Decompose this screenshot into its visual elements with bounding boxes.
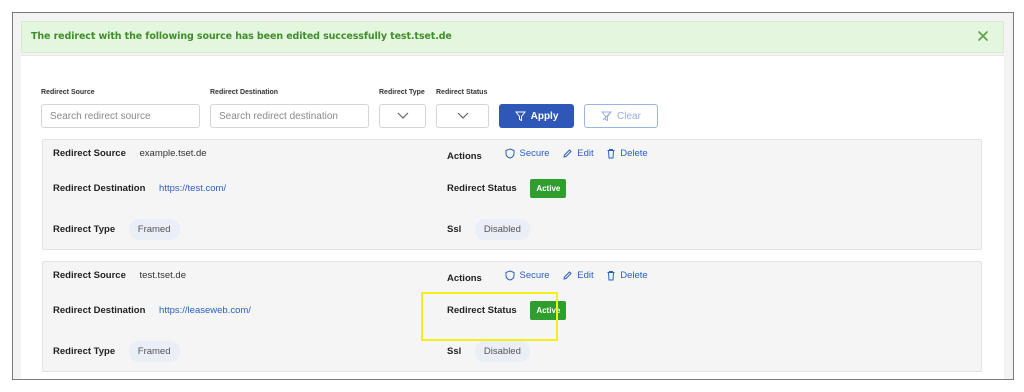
secure-label: Secure xyxy=(519,148,550,159)
redirect-status-select[interactable] xyxy=(436,104,489,128)
ssl-pill: Disabled xyxy=(474,341,530,362)
filter-label-status: Redirect Status xyxy=(436,89,488,96)
status-label: Redirect Status xyxy=(447,183,517,194)
ssl-row: Ssl Disabled xyxy=(447,219,530,240)
secure-action[interactable]: Secure xyxy=(505,270,550,281)
chevron-down-icon xyxy=(397,112,408,119)
edit-label: Edit xyxy=(577,148,594,159)
edit-label: Edit xyxy=(577,270,594,281)
destination-label: Redirect Destination xyxy=(53,183,146,194)
filter-label-type: Redirect Type xyxy=(379,89,425,96)
filter-label-destination: Redirect Destination xyxy=(210,89,279,96)
delete-action[interactable]: Delete xyxy=(606,270,648,281)
type-label: Redirect Type xyxy=(53,224,116,235)
search-destination-input[interactable]: Search redirect destination xyxy=(210,104,369,128)
trash-icon xyxy=(607,271,615,281)
redirect-card: Redirect Source example.tset.de Redirect… xyxy=(42,139,982,250)
delete-action[interactable]: Delete xyxy=(606,148,648,159)
alert-message: The redirect with the following source h… xyxy=(31,31,452,42)
delete-label: Delete xyxy=(620,148,648,159)
destination-row: Redirect Destination https://leaseweb.co… xyxy=(53,305,251,316)
filter-label-source: Redirect Source xyxy=(41,89,95,96)
ssl-label: Ssl xyxy=(447,224,462,235)
actions-row: Actions Secure Edit Delete xyxy=(447,148,648,162)
status-row: Redirect Status Active xyxy=(447,179,567,198)
apply-button[interactable]: Apply xyxy=(499,104,574,128)
chevron-down-icon xyxy=(457,112,468,119)
pencil-icon xyxy=(563,271,572,280)
type-label: Redirect Type xyxy=(53,346,116,357)
filter-icon xyxy=(514,111,526,121)
source-row: Redirect Source example.tset.de xyxy=(53,148,207,159)
shield-icon xyxy=(505,270,515,281)
actions-label: Actions xyxy=(447,273,482,284)
status-badge: Active xyxy=(530,179,567,198)
search-source-input[interactable]: Search redirect source xyxy=(41,104,200,128)
source-label: Redirect Source xyxy=(53,148,126,159)
edit-action[interactable]: Edit xyxy=(562,270,594,281)
close-icon[interactable] xyxy=(976,29,990,43)
type-pill: Framed xyxy=(128,219,180,240)
delete-label: Delete xyxy=(620,270,648,281)
ssl-row: Ssl Disabled xyxy=(447,341,530,362)
ssl-pill: Disabled xyxy=(474,219,530,240)
redirect-type-select[interactable] xyxy=(379,104,426,128)
type-row: Redirect Type Framed xyxy=(53,219,180,240)
ssl-label: Ssl xyxy=(447,346,462,357)
status-highlight-box xyxy=(421,292,558,341)
app-frame: The redirect with the following source h… xyxy=(12,12,1014,380)
type-pill: Framed xyxy=(128,341,180,362)
source-row: Redirect Source test.tset.de xyxy=(53,270,186,281)
clear-filter-icon xyxy=(601,111,613,121)
destination-row: Redirect Destination https://test.com/ xyxy=(53,183,226,194)
trash-icon xyxy=(607,149,615,159)
type-row: Redirect Type Framed xyxy=(53,341,180,362)
destination-link[interactable]: https://leaseweb.com/ xyxy=(159,305,251,316)
apply-label: Apply xyxy=(530,110,559,122)
success-alert: The redirect with the following source h… xyxy=(21,21,1004,53)
shield-icon xyxy=(505,148,515,159)
clear-label: Clear xyxy=(617,110,641,122)
source-value: test.tset.de xyxy=(139,270,186,281)
source-value: example.tset.de xyxy=(139,148,207,159)
secure-action[interactable]: Secure xyxy=(505,148,550,159)
actions-label: Actions xyxy=(447,151,482,162)
edit-action[interactable]: Edit xyxy=(562,148,594,159)
source-label: Redirect Source xyxy=(53,270,126,281)
actions-row: Actions Secure Edit Delete xyxy=(447,270,648,284)
secure-label: Secure xyxy=(519,270,550,281)
destination-label: Redirect Destination xyxy=(53,305,146,316)
redirects-panel: Redirect Source Redirect Destination Red… xyxy=(21,55,1004,379)
destination-link[interactable]: https://test.com/ xyxy=(159,183,226,194)
pencil-icon xyxy=(563,149,572,158)
clear-button[interactable]: Clear xyxy=(584,104,658,128)
